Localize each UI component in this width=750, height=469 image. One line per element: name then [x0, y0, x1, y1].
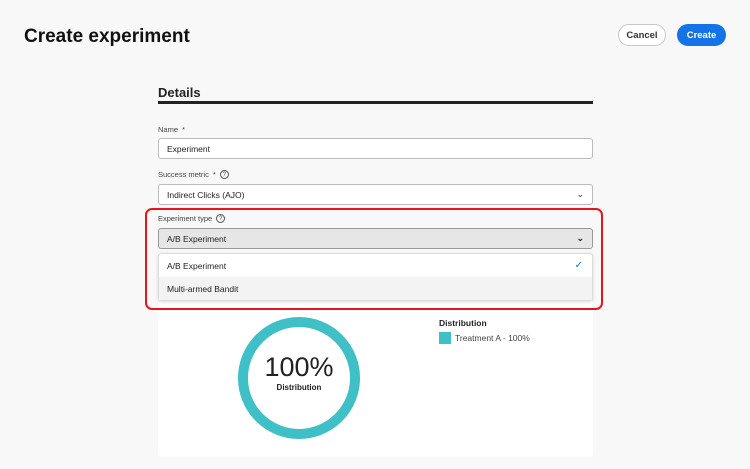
- required-mark: *: [182, 125, 185, 134]
- success-metric-label: Success metric *?: [158, 170, 229, 179]
- distribution-card: Distribution Treatment A - 100%: [158, 300, 593, 457]
- name-label: Name *: [158, 125, 185, 134]
- page-title: Create experiment: [24, 26, 190, 47]
- donut-center: 100% Distribution: [238, 352, 360, 392]
- donut-label: Distribution: [276, 383, 322, 392]
- chevron-down-icon: ⌄: [576, 189, 584, 199]
- selected-value: Indirect Clicks (AJO): [167, 189, 245, 200]
- legend-item: Treatment A - 100%: [455, 333, 530, 343]
- cancel-button[interactable]: Cancel: [618, 24, 666, 46]
- donut-value: 100%: [264, 352, 334, 382]
- success-metric-select[interactable]: Indirect Clicks (AJO) ⌄: [158, 184, 593, 205]
- required-mark: *: [212, 170, 216, 179]
- name-input[interactable]: Experiment: [158, 138, 593, 159]
- legend-swatch: [439, 332, 451, 344]
- label-text: Success metric: [158, 170, 209, 179]
- label-text: Name: [158, 125, 179, 134]
- create-button[interactable]: Create: [677, 24, 726, 46]
- section-divider: [158, 101, 593, 104]
- highlight-annotation: [145, 208, 603, 310]
- legend-title: Distribution: [439, 318, 487, 328]
- section-heading: Details: [158, 85, 201, 100]
- help-icon[interactable]: ?: [219, 170, 229, 179]
